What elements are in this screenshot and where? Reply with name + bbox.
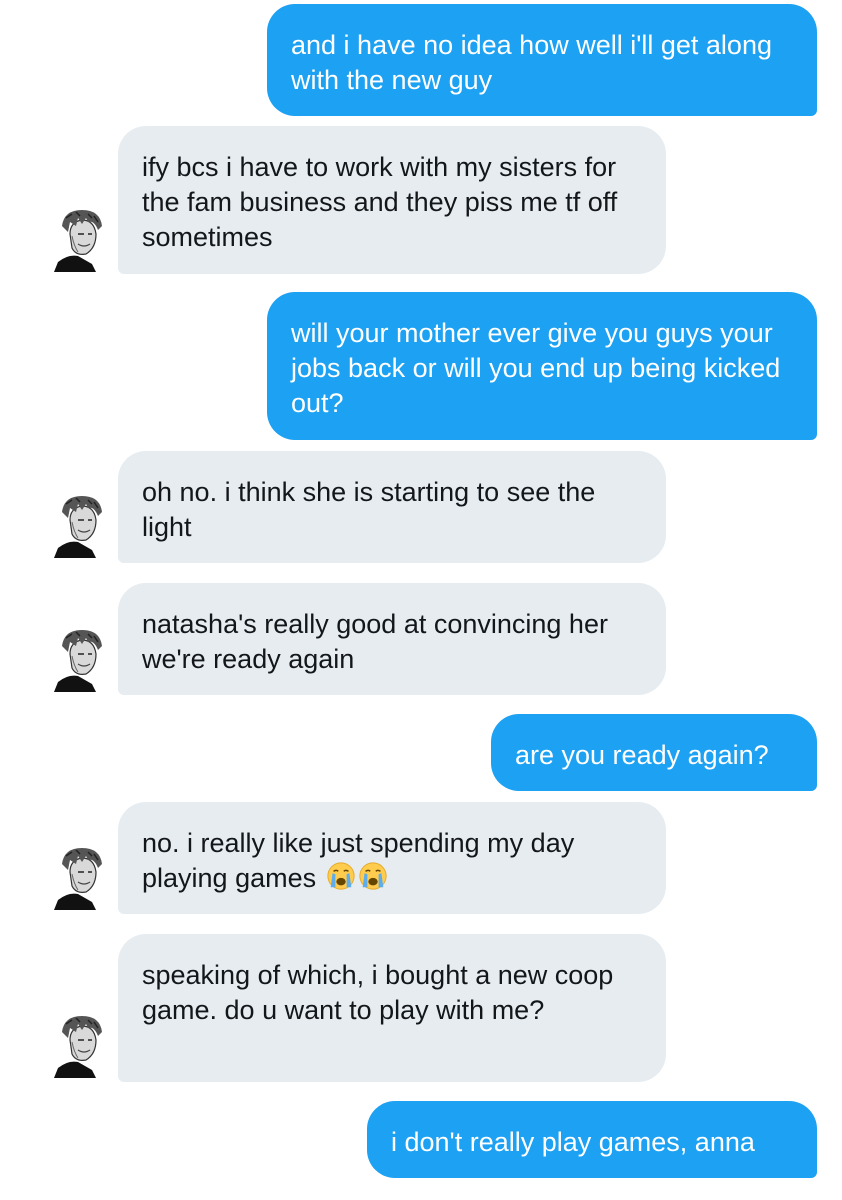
message-bubble-received[interactable]: oh no. i think she is starting to see th… <box>118 451 666 563</box>
message-bubble-received[interactable]: natasha's really good at convincing her … <box>118 583 666 695</box>
message-bubble-received[interactable]: speaking of which, i bought a new coop g… <box>118 934 666 1082</box>
message-text: natasha's really good at convincing her … <box>142 609 608 674</box>
contact-avatar[interactable] <box>48 1012 108 1078</box>
message-bubble-received[interactable]: ify bcs i have to work with my sisters f… <box>118 126 666 274</box>
message-bubble-sent[interactable]: i don't really play games, anna <box>367 1101 817 1178</box>
message-text: i don't really play games, anna <box>391 1127 755 1157</box>
message-bubble-sent[interactable]: are you ready again? <box>491 714 817 791</box>
contact-avatar[interactable] <box>48 492 108 558</box>
message-bubble-sent[interactable]: and i have no idea how well i'll get alo… <box>267 4 817 116</box>
crying-face-emoji-icon <box>358 861 388 891</box>
message-text: will your mother ever give you guys your… <box>291 318 781 418</box>
crying-face-emoji-icon <box>326 861 356 891</box>
message-text: and i have no idea how well i'll get alo… <box>291 30 772 95</box>
message-bubble-received[interactable]: no. i really like just spending my day p… <box>118 802 666 914</box>
message-text: ify bcs i have to work with my sisters f… <box>142 152 618 252</box>
message-text: speaking of which, i bought a new coop g… <box>142 960 614 1025</box>
message-bubble-sent[interactable]: will your mother ever give you guys your… <box>267 292 817 440</box>
contact-avatar[interactable] <box>48 626 108 692</box>
contact-avatar[interactable] <box>48 206 108 272</box>
contact-avatar[interactable] <box>48 844 108 910</box>
message-text: are you ready again? <box>515 740 769 770</box>
message-text: oh no. i think she is starting to see th… <box>142 477 596 542</box>
